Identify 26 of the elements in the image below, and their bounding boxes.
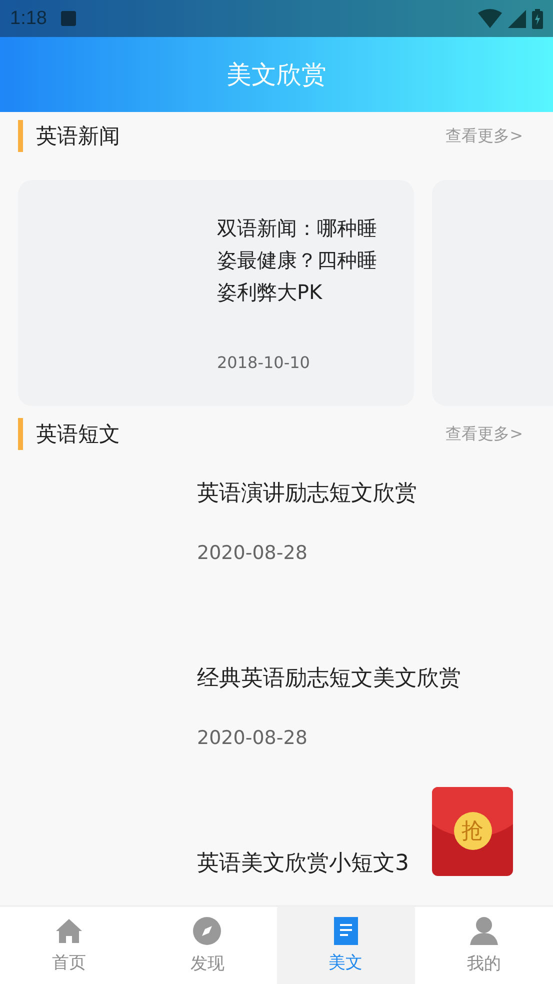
nav-tab[interactable]: 首页 [0,907,138,984]
document-icon [334,917,358,945]
battery-icon [532,8,543,28]
nav-tab[interactable]: 发现 [138,907,276,984]
news-title: 双语新闻：哪种睡姿最健康？四种睡姿利弊大PK [217,215,378,306]
signal-icon [508,10,526,28]
status-time: 1:18 [10,8,47,30]
news-card[interactable]: 双语新闻：哪种睡姿最健康？四种睡姿利弊大PK 2018-10-10 [18,180,414,406]
news-date: 2018-10-10 [217,353,311,372]
article-date: 2020-08-28 [197,727,308,749]
more-link[interactable]: 查看更多> [446,424,523,444]
person-icon [468,916,499,946]
article-date: 2020-08-28 [197,542,308,564]
envelope-button[interactable]: 抢 [432,787,513,876]
notification-icon [60,11,76,26]
nav-tab[interactable]: 我的 [414,907,553,984]
nav-tab[interactable]: 美文 [276,907,415,984]
article-title[interactable]: 经典英语励志短文美文欣赏 [197,663,553,693]
page-title: 美文欣赏 [226,59,326,91]
compass-icon [192,916,222,946]
section-title: 英语短文 [36,421,121,448]
section-title: 英语新闻 [36,123,121,150]
more-link[interactable]: 查看更多> [446,126,523,146]
article-title[interactable]: 英语演讲励志短文欣赏 [197,478,553,508]
home-icon [55,917,84,945]
wifi-icon [478,9,502,28]
